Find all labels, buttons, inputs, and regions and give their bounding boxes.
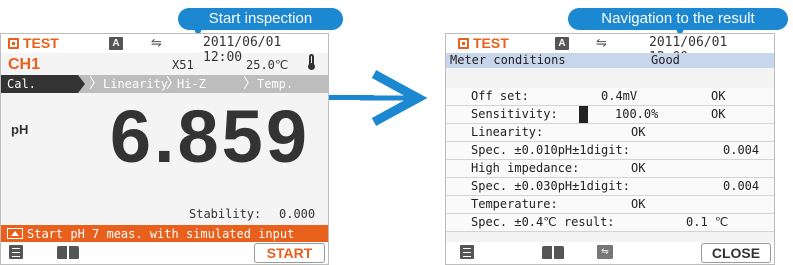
usb-icon[interactable]: ⇋ <box>597 245 613 259</box>
test-mode-indicator: TEST <box>8 35 59 51</box>
row-label: High impedance: <box>471 161 580 175</box>
meter-conditions-value: Good <box>651 53 680 67</box>
row-label: Sensitivity: <box>471 107 558 121</box>
auto-badge: A <box>109 37 123 50</box>
table-row: Temperature: OK <box>446 196 774 214</box>
message-icon <box>7 228 23 239</box>
soft-key-bar: ⇋ CLOSE <box>446 242 774 264</box>
stability-value: 0.000 <box>279 207 316 221</box>
row-value: 0.4mV <box>601 89 638 103</box>
buffer-end: 7 <box>579 106 589 123</box>
row-result: 0.1 ℃ <box>686 215 729 229</box>
table-row: Sensitivity: 4-7 100.0% OK <box>446 106 774 124</box>
row-label: Spec. ±0.010pH±1digit: <box>471 143 630 157</box>
row-result: OK <box>631 125 646 139</box>
row-result: 0.004 <box>723 143 760 157</box>
message-text: Start pH 7 meas. with simulated input <box>27 227 295 241</box>
result-table: Off set: 0.4mV OK Sensitivity: 4-7 100.0… <box>446 88 774 232</box>
auto-badge: A <box>555 37 569 50</box>
thermometer-icon <box>308 54 315 70</box>
callout-text: Navigation to the result <box>601 10 755 27</box>
measured-value: 6.859 <box>109 95 310 178</box>
step-separator: 〉 <box>89 76 103 92</box>
table-row: Linearity: OK <box>446 124 774 142</box>
right-arrow-icon <box>360 70 428 126</box>
step-bar: Cal. Linearity 〉 Hi-Z 〉 Temp. 〉 <box>1 75 328 93</box>
row-result: OK <box>711 107 726 121</box>
soft-key-bar: START <box>1 242 328 264</box>
usb-icon: ⇋ <box>151 36 162 51</box>
step-temp: Temp. <box>257 77 294 91</box>
step-cal: Cal. <box>1 75 85 93</box>
row-label: Off set: <box>471 89 529 103</box>
test-mode-indicator: TEST <box>458 35 509 51</box>
parameter-label: pH <box>11 122 29 137</box>
close-button[interactable]: CLOSE <box>701 243 771 263</box>
start-button[interactable]: START <box>254 243 325 263</box>
status-bar: TEST A ⇋ 2011/06/01 12:00 <box>446 34 774 65</box>
channel-label: CH1 <box>8 56 41 73</box>
table-row: Spec. ±0.4℃ result: 0.1 ℃ <box>446 214 774 232</box>
step-hi-z: Hi-Z <box>177 77 206 91</box>
meter-conditions-label: Meter conditions <box>450 53 566 67</box>
list-icon[interactable] <box>460 245 474 259</box>
sensor-id: X51 <box>172 58 194 72</box>
list-icon[interactable] <box>9 245 23 259</box>
table-row: Spec. ±0.010pH±1digit: 0.004 <box>446 142 774 160</box>
meter-conditions-row: Meter conditions Good <box>446 53 774 68</box>
row-result: OK <box>711 89 726 103</box>
row-label: Linearity: <box>471 125 544 139</box>
step-linearity: Linearity <box>103 77 169 91</box>
row-label: Temperature: <box>471 197 558 211</box>
row-result: 0.004 <box>723 179 760 193</box>
usb-icon: ⇋ <box>596 36 607 51</box>
measurement-screen: TEST A ⇋ 2011/06/01 12:00 CH1 X51 25.0℃ … <box>0 33 329 265</box>
mode-label: TEST <box>23 35 59 51</box>
navigation-callout: Navigation to the result <box>568 8 788 30</box>
stability-label: Stability: <box>189 207 262 221</box>
row-result: OK <box>631 161 646 175</box>
table-row: Spec. ±0.030pH±1digit: 0.004 <box>446 178 774 196</box>
step-separator: 〉 <box>243 76 257 92</box>
row-label: Spec. ±0.4℃ result: <box>471 215 615 229</box>
book-icon[interactable] <box>57 246 79 259</box>
result-screen: TEST A ⇋ 2011/06/01 12:00 Meter conditio… <box>445 33 775 265</box>
mode-label: TEST <box>473 35 509 51</box>
callout-text: Start inspection <box>208 10 313 27</box>
temperature-value: 25.0℃ <box>246 58 289 72</box>
row-value: 100.0% <box>615 107 659 121</box>
test-mode-icon <box>458 37 469 49</box>
row-result: OK <box>631 197 646 211</box>
table-row: Off set: 0.4mV OK <box>446 88 774 106</box>
row-label: Spec. ±0.030pH±1digit: <box>471 179 630 193</box>
step-separator: 〉 <box>166 76 180 92</box>
table-row: High impedance: OK <box>446 160 774 178</box>
start-inspection-callout: Start inspection <box>178 8 343 30</box>
message-bar: Start pH 7 meas. with simulated input <box>1 225 328 243</box>
status-bar: TEST A ⇋ 2011/06/01 12:00 <box>1 34 328 65</box>
book-icon[interactable] <box>542 246 564 259</box>
test-mode-icon <box>8 37 19 49</box>
